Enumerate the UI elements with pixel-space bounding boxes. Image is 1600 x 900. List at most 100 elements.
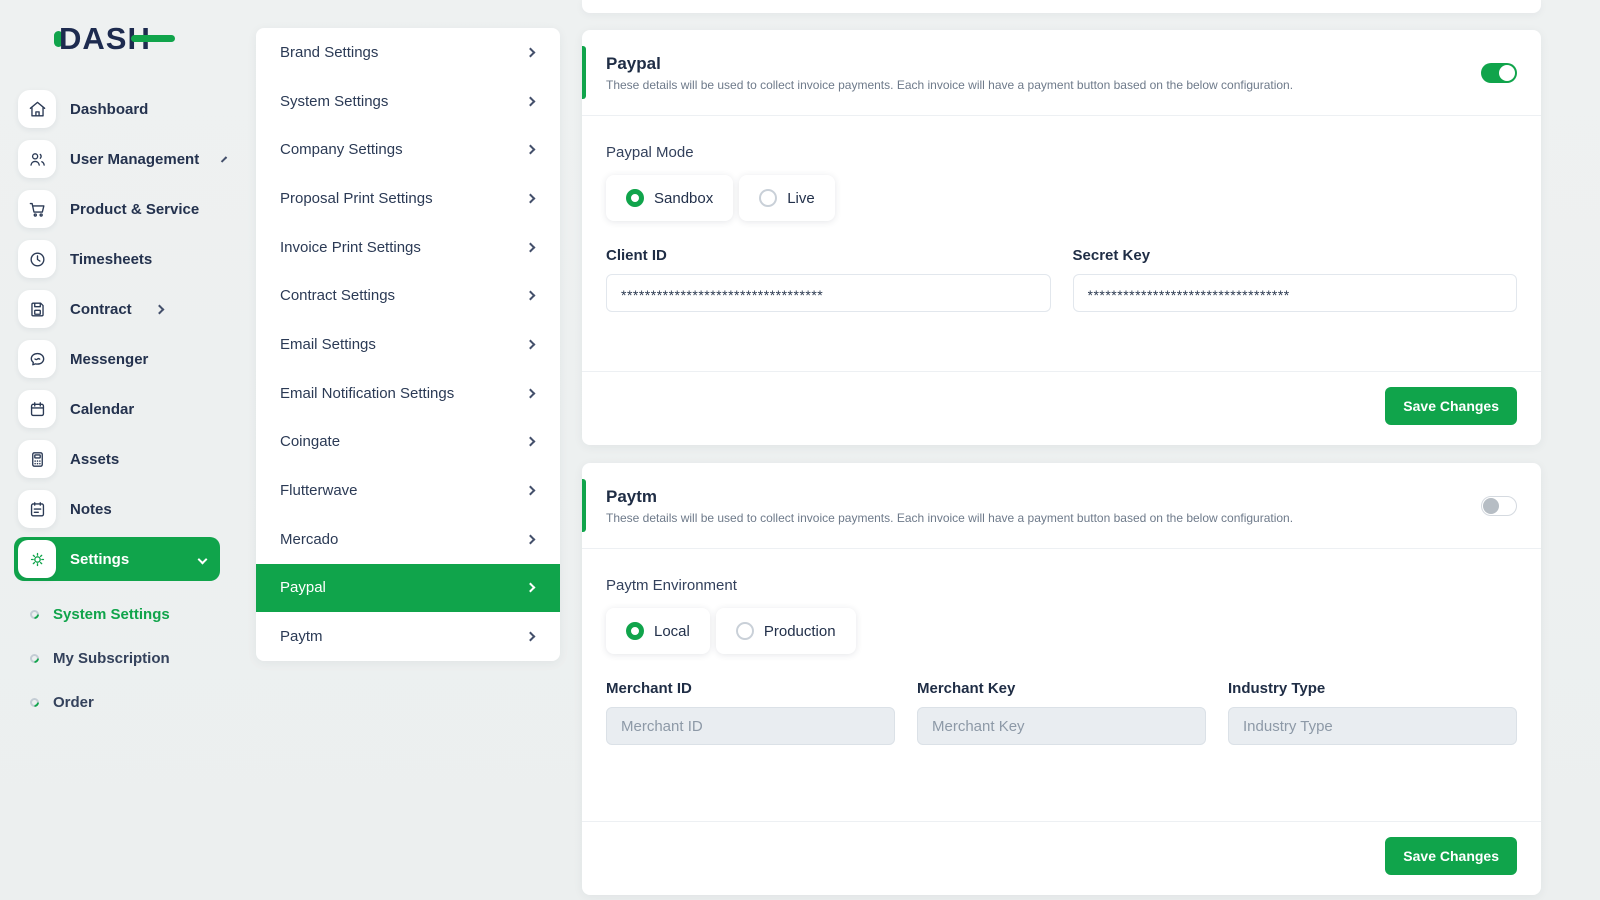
sidebar-item-label: Assets (70, 451, 119, 468)
merchant-id-field-group: Merchant ID (606, 680, 895, 745)
sidebar-item-dashboard[interactable]: Dashboard (14, 84, 220, 134)
chevron-right-icon (526, 632, 536, 642)
paypal-fields: Client ID Secret Key (606, 247, 1517, 312)
menu-item-label: Paytm (280, 628, 323, 645)
settings-subnav: System Settings My Subscription Order (30, 592, 220, 724)
radio-option-sandbox[interactable]: Sandbox (606, 175, 733, 221)
client-id-input[interactable] (606, 274, 1051, 312)
paytm-enabled-toggle[interactable] (1481, 496, 1517, 516)
sidebar-item-label: User Management (70, 151, 199, 168)
settings-menu-item-contract-settings[interactable]: Contract Settings (256, 271, 560, 320)
sidebar-item-label: Calendar (70, 401, 134, 418)
sidebar-item-label: Notes (70, 501, 112, 518)
settings-menu-item-email-notification-settings[interactable]: Email Notification Settings (256, 369, 560, 418)
bullet-icon (28, 696, 41, 709)
client-id-field-group: Client ID (606, 247, 1051, 312)
app-window: DASH Dashboard User Management (0, 0, 1600, 900)
paytm-card-body: Paytm Environment Local Production Merch… (582, 549, 1541, 821)
toggle-knob (1499, 65, 1515, 81)
menu-item-label: Proposal Print Settings (280, 190, 433, 207)
settings-menu-item-system-settings[interactable]: System Settings (256, 77, 560, 126)
menu-item-label: System Settings (280, 93, 388, 110)
paypal-enabled-toggle[interactable] (1481, 63, 1517, 83)
subnav-item-system-settings[interactable]: System Settings (30, 592, 220, 636)
sidebar-item-user-management[interactable]: User Management (14, 134, 220, 184)
previous-card-edge (582, 0, 1541, 13)
sidebar-item-calendar[interactable]: Calendar (14, 384, 220, 434)
subnav-item-order[interactable]: Order (30, 680, 220, 724)
settings-menu-item-flutterwave[interactable]: Flutterwave (256, 466, 560, 515)
industry-type-label: Industry Type (1228, 680, 1517, 697)
settings-menu-item-company-settings[interactable]: Company Settings (256, 125, 560, 174)
sidebar-nav: Dashboard User Management Product & Serv… (14, 84, 220, 584)
sidebar-item-notes[interactable]: Notes (14, 484, 220, 534)
settings-menu-item-paytm[interactable]: Paytm (256, 612, 560, 661)
chevron-down-icon (198, 554, 208, 564)
logo-accent-bar (131, 35, 175, 42)
paytm-save-button[interactable]: Save Changes (1385, 837, 1517, 875)
secret-key-field-group: Secret Key (1073, 247, 1518, 312)
menu-item-label: Flutterwave (280, 482, 358, 499)
settings-menu-item-email-settings[interactable]: Email Settings (256, 320, 560, 369)
clock-icon (18, 240, 56, 278)
radio-unchecked-icon (736, 622, 754, 640)
menu-item-label: Brand Settings (280, 44, 378, 61)
radio-option-live[interactable]: Live (739, 175, 835, 221)
sidebar-item-label: Messenger (70, 351, 148, 368)
menu-item-label: Email Notification Settings (280, 385, 454, 402)
secret-key-input[interactable] (1073, 274, 1518, 312)
sidebar-item-label: Timesheets (70, 251, 152, 268)
industry-type-input[interactable] (1228, 707, 1517, 745)
paytm-card-header: Paytm These details will be used to coll… (582, 463, 1541, 548)
brand-logo[interactable]: DASH (54, 20, 220, 58)
paytm-fields: Merchant ID Merchant Key Industry Type (606, 680, 1517, 745)
sidebar-item-label: Dashboard (70, 101, 148, 118)
merchant-key-input[interactable] (917, 707, 1206, 745)
subnav-item-my-subscription[interactable]: My Subscription (30, 636, 220, 680)
calendar-icon (18, 390, 56, 428)
paytm-environment-label: Paytm Environment (606, 577, 1517, 594)
radio-option-label: Production (764, 623, 836, 640)
chevron-right-icon (221, 156, 227, 162)
paytm-environment-options: Local Production (606, 608, 1517, 654)
chevron-right-icon (526, 47, 536, 57)
paypal-card-footer: Save Changes (582, 371, 1541, 445)
paypal-mode-options: Sandbox Live (606, 175, 1517, 221)
chat-icon (18, 340, 56, 378)
bullet-icon (28, 652, 41, 665)
settings-menu-item-coingate[interactable]: Coingate (256, 418, 560, 467)
paypal-mode-label: Paypal Mode (606, 144, 1517, 161)
radio-unchecked-icon (759, 189, 777, 207)
settings-menu-panel: Brand Settings System Settings Company S… (256, 28, 560, 661)
settings-menu-item-brand-settings[interactable]: Brand Settings (256, 28, 560, 77)
merchant-id-input[interactable] (606, 707, 895, 745)
sidebar-item-timesheets[interactable]: Timesheets (14, 234, 220, 284)
sidebar-item-contract[interactable]: Contract (14, 284, 220, 334)
sidebar-item-assets[interactable]: Assets (14, 434, 220, 484)
cart-icon (18, 190, 56, 228)
bullet-icon (28, 608, 41, 621)
sidebar-item-product-service[interactable]: Product & Service (14, 184, 220, 234)
radio-option-production[interactable]: Production (716, 608, 856, 654)
radio-option-label: Sandbox (654, 190, 713, 207)
paytm-card-footer: Save Changes (582, 821, 1541, 895)
client-id-label: Client ID (606, 247, 1051, 264)
merchant-key-label: Merchant Key (917, 680, 1206, 697)
radio-option-local[interactable]: Local (606, 608, 710, 654)
contract-icon (18, 290, 56, 328)
chevron-right-icon (526, 96, 536, 106)
subnav-item-label: System Settings (53, 606, 170, 623)
merchant-key-field-group: Merchant Key (917, 680, 1206, 745)
settings-menu-item-proposal-print-settings[interactable]: Proposal Print Settings (256, 174, 560, 223)
chevron-right-icon (154, 304, 164, 314)
menu-item-label: Invoice Print Settings (280, 239, 421, 256)
settings-menu-item-invoice-print-settings[interactable]: Invoice Print Settings (256, 223, 560, 272)
paytm-title: Paytm (606, 487, 1293, 507)
settings-menu-item-mercado[interactable]: Mercado (256, 515, 560, 564)
chevron-right-icon (526, 486, 536, 496)
sidebar-item-messenger[interactable]: Messenger (14, 334, 220, 384)
paypal-save-button[interactable]: Save Changes (1385, 387, 1517, 425)
settings-menu-item-paypal[interactable]: Paypal (256, 564, 560, 613)
home-icon (18, 90, 56, 128)
sidebar-item-settings[interactable]: Settings (14, 537, 220, 581)
